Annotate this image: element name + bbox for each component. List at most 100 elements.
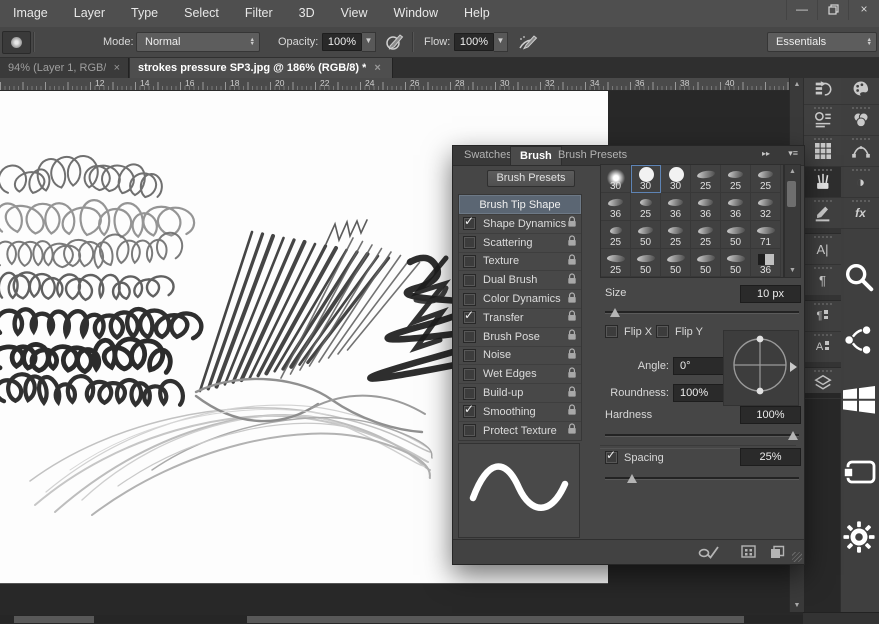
brush-option-dual-brush[interactable]: Dual Brush bbox=[459, 270, 581, 289]
option-checkbox[interactable] bbox=[463, 424, 476, 437]
tab-close-icon[interactable]: × bbox=[374, 62, 380, 74]
live-tip-preview-icon[interactable] bbox=[698, 545, 720, 564]
paragraph-styles-panel-icon[interactable]: ¶ bbox=[804, 301, 841, 332]
brush-option-build-up[interactable]: Build-up bbox=[459, 383, 581, 402]
paths-panel-icon[interactable] bbox=[841, 136, 879, 167]
brush-option-shape-dynamics[interactable]: ✓Shape Dynamics bbox=[459, 214, 581, 233]
brush-tip-cell[interactable]: 71 bbox=[751, 221, 781, 249]
brush-tip-cell[interactable]: 25 bbox=[691, 221, 721, 249]
flow-value[interactable]: 100% bbox=[454, 33, 494, 51]
roundness-value[interactable]: 100% bbox=[673, 384, 730, 402]
tool-preset-picker[interactable] bbox=[2, 31, 31, 54]
brush-tip-cell[interactable]: 30 bbox=[601, 165, 631, 193]
option-checkbox[interactable]: ✓ bbox=[463, 311, 476, 324]
option-checkbox[interactable] bbox=[463, 274, 476, 287]
lock-icon[interactable] bbox=[567, 292, 577, 307]
brush-tip-cell[interactable]: 25 bbox=[721, 165, 751, 193]
panel-resize-grip[interactable] bbox=[792, 552, 802, 562]
flip-x-option[interactable]: Flip X bbox=[605, 325, 652, 338]
angle-roundness-control[interactable] bbox=[723, 330, 799, 406]
mode-dropdown[interactable]: Normal▲▼ bbox=[136, 32, 260, 52]
brush-option-transfer[interactable]: ✓Transfer bbox=[459, 308, 581, 327]
charm-settings-icon[interactable] bbox=[840, 518, 878, 556]
hardness-value[interactable]: 100% bbox=[740, 406, 801, 424]
tab-brush-presets[interactable]: Brush Presets bbox=[549, 146, 636, 164]
size-slider[interactable] bbox=[605, 306, 799, 318]
brush-tip-cell[interactable]: 50 bbox=[631, 221, 661, 249]
lock-icon[interactable] bbox=[567, 423, 577, 438]
option-checkbox[interactable] bbox=[463, 368, 476, 381]
swatches-grid-panel-icon[interactable] bbox=[804, 136, 841, 167]
brush-tip-cell[interactable]: 50 bbox=[661, 249, 691, 277]
lock-icon[interactable] bbox=[567, 348, 577, 363]
brush-tip-cell[interactable]: 36 bbox=[691, 193, 721, 221]
spacing-value[interactable]: 25% bbox=[740, 448, 801, 466]
channels-panel-icon[interactable] bbox=[841, 105, 879, 136]
scrollbar-thumb[interactable] bbox=[787, 181, 796, 207]
panel-menu-icon[interactable]: ▾≡ bbox=[788, 148, 798, 159]
brush-option-protect-texture[interactable]: Protect Texture bbox=[459, 421, 581, 440]
brush-tip-cell[interactable]: 25 bbox=[601, 249, 631, 277]
lock-icon[interactable] bbox=[567, 329, 577, 344]
option-checkbox[interactable] bbox=[463, 236, 476, 249]
spacing-checkbox[interactable]: ✓ bbox=[605, 451, 618, 464]
menu-view[interactable]: View bbox=[328, 0, 381, 27]
lock-icon[interactable] bbox=[567, 273, 577, 288]
brush-tip-cell[interactable]: 50 bbox=[721, 221, 751, 249]
preset-manager-icon[interactable] bbox=[741, 545, 756, 563]
option-checkbox[interactable] bbox=[463, 387, 476, 400]
menu-help[interactable]: Help bbox=[451, 0, 503, 27]
adjustments-panel-icon[interactable] bbox=[804, 105, 841, 136]
flow-dropdown-arrow[interactable]: ▼ bbox=[494, 32, 508, 52]
tab-close-icon[interactable]: × bbox=[114, 62, 120, 74]
brush-tip-cell[interactable]: 50 bbox=[691, 249, 721, 277]
menu-layer[interactable]: Layer bbox=[61, 0, 118, 27]
document-tab[interactable]: strokes pressure SP3.jpg @ 186% (RGB/8) … bbox=[130, 57, 393, 78]
minimize-button[interactable]: — bbox=[786, 0, 817, 20]
brush-tip-shape-button[interactable]: Brush Tip Shape bbox=[459, 195, 581, 214]
brush-option-texture[interactable]: Texture bbox=[459, 252, 581, 271]
charm-search-icon[interactable] bbox=[840, 258, 878, 296]
brush-grid-scrollbar[interactable]: ▲ ▼ bbox=[784, 164, 801, 278]
angle-value[interactable]: 0° bbox=[673, 357, 730, 375]
option-checkbox[interactable]: ✓ bbox=[463, 405, 476, 418]
lock-icon[interactable] bbox=[567, 254, 577, 269]
opacity-value[interactable]: 100% bbox=[322, 33, 362, 51]
spacing-option[interactable]: ✓ Spacing bbox=[605, 451, 664, 464]
menu-window[interactable]: Window bbox=[381, 0, 451, 27]
lock-icon[interactable] bbox=[567, 310, 577, 325]
character-styles-panel-icon[interactable]: A bbox=[804, 332, 841, 363]
close-button[interactable]: × bbox=[848, 0, 879, 20]
character-panel-icon[interactable]: A| bbox=[804, 234, 841, 265]
flip-y-option[interactable]: Flip Y bbox=[656, 325, 703, 338]
slider-thumb[interactable] bbox=[627, 474, 637, 483]
flip-x-checkbox[interactable] bbox=[605, 325, 618, 338]
menu-select[interactable]: Select bbox=[171, 0, 232, 27]
brush-option-scattering[interactable]: Scattering bbox=[459, 233, 581, 252]
brush-option-noise[interactable]: Noise bbox=[459, 346, 581, 365]
brush-tip-cell[interactable]: 36 bbox=[661, 193, 691, 221]
lock-icon[interactable] bbox=[567, 386, 577, 401]
panel-collapse-icon[interactable]: ▸▸ bbox=[762, 149, 770, 158]
menu-type[interactable]: Type bbox=[118, 0, 171, 27]
brush-option-brush-pose[interactable]: Brush Pose bbox=[459, 327, 581, 346]
brush-tip-cell[interactable]: 36 bbox=[721, 193, 751, 221]
color-panel-icon[interactable] bbox=[841, 74, 879, 105]
angle-arrow-icon[interactable] bbox=[790, 362, 797, 372]
adjustments-half-panel-icon[interactable]: ◑ bbox=[841, 167, 879, 198]
spacing-slider[interactable] bbox=[605, 472, 799, 484]
slider-thumb[interactable] bbox=[610, 308, 620, 317]
new-brush-icon[interactable] bbox=[769, 545, 785, 564]
brush-tip-cell[interactable]: 36 bbox=[601, 193, 631, 221]
menu-filter[interactable]: Filter bbox=[232, 0, 286, 27]
option-checkbox[interactable] bbox=[463, 293, 476, 306]
option-checkbox[interactable] bbox=[463, 349, 476, 362]
charm-start-icon[interactable] bbox=[840, 381, 878, 419]
charm-share-icon[interactable] bbox=[840, 321, 878, 359]
brush-tip-cell[interactable]: 25 bbox=[691, 165, 721, 193]
lock-icon[interactable] bbox=[567, 235, 577, 250]
brush-tip-cell[interactable]: 36 bbox=[751, 249, 781, 277]
flip-y-checkbox[interactable] bbox=[656, 325, 669, 338]
scroll-up-arrow-icon[interactable]: ▲ bbox=[790, 78, 804, 91]
brush-tip-cell[interactable]: 25 bbox=[661, 221, 691, 249]
